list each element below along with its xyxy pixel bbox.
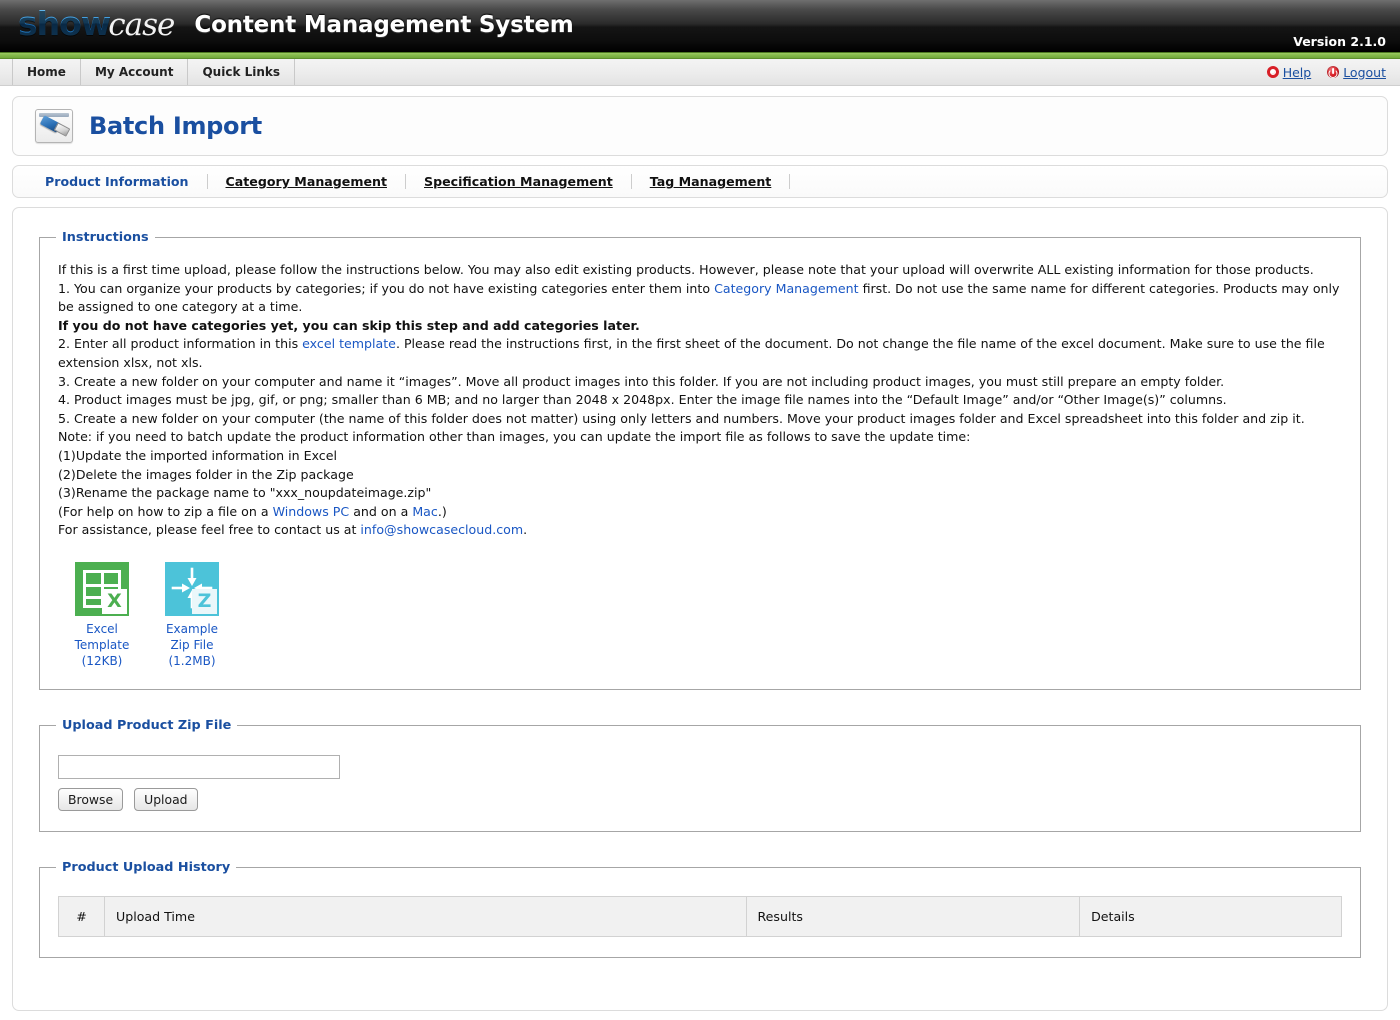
col-header-details: Details [1080,896,1342,936]
page-header-panel: Batch Import [12,96,1388,156]
instr-assistance-a: For assistance, please feel free to cont… [58,522,360,537]
zip-caption-line2: Zip File [162,637,222,653]
instr-step-1-a: 1. You can organize your products by cat… [58,281,714,296]
help-link[interactable]: Help [1267,65,1312,80]
instr-step-2-a: 2. Enter all product information in this [58,336,302,351]
instr-note-3: (3)Rename the package name to "xxx_noupd… [58,484,1342,503]
instr-note-2: (2)Delete the images folder in the Zip p… [58,466,1342,485]
nav-item-my-account[interactable]: My Account [81,59,189,85]
instr-step-1-note: If you do not have categories yet, you c… [58,317,1342,336]
help-link-label: Help [1283,65,1312,80]
excel-caption-size: (12KB) [72,653,132,669]
tab-category-management[interactable]: Category Management [208,174,406,189]
upload-history-section: Product Upload History # Upload Time Res… [39,860,1361,958]
zip-caption-line1: Example [162,621,222,637]
instr-zip-help-c: .) [438,504,447,519]
mac-zip-link[interactable]: Mac [412,504,438,519]
category-management-link[interactable]: Category Management [714,281,859,296]
instr-assistance: For assistance, please feel free to cont… [58,521,1342,540]
browse-button[interactable]: Browse [58,788,123,811]
accent-divider [0,52,1400,59]
table-header-row: # Upload Time Results Details [59,896,1342,936]
instr-step-5: 5. Create a new folder on your computer … [58,410,1342,429]
col-header-results: Results [746,896,1080,936]
support-email-link[interactable]: info@showcasecloud.com [360,522,523,537]
instructions-text: If this is a first time upload, please f… [54,255,1346,540]
tab-bar: Product Information Category Management … [12,165,1388,198]
usb-import-icon [35,109,73,143]
instr-step-2: 2. Enter all product information in this… [58,335,1342,372]
tab-tag-management[interactable]: Tag Management [632,174,791,189]
upload-legend: Upload Product Zip File [56,718,237,733]
col-header-number: # [59,896,105,936]
instr-step-4: 4. Product images must be jpg, gif, or p… [58,391,1342,410]
app-title: Content Management System [194,12,573,38]
instr-step-3: 3. Create a new folder on your computer … [58,373,1342,392]
tab-product-information[interactable]: Product Information [27,174,208,189]
logo-case-text: case [108,10,174,41]
tab-specification-management[interactable]: Specification Management [406,174,632,189]
upload-section: Upload Product Zip File Browse Upload [39,718,1361,832]
logo-show-text: show [18,7,110,40]
instr-intro: If this is a first time upload, please f… [58,261,1342,280]
logout-link[interactable]: Logout [1327,65,1386,80]
page-body: Batch Import Product Information Categor… [0,86,1400,1011]
instructions-section: Instructions If this is a first time upl… [39,230,1361,690]
upload-history-legend: Product Upload History [56,860,236,875]
instructions-legend: Instructions [56,230,155,245]
zip-file-path-input[interactable] [58,755,340,779]
excel-template-link[interactable]: excel template [302,336,396,351]
excel-badge-letter: X [102,589,127,614]
zip-file-icon: Z [165,562,219,616]
download-files-row: X Excel Template (12KB) [72,562,1346,669]
instr-zip-help: (For help on how to zip a file on a Wind… [58,503,1342,522]
instr-assistance-b: . [523,522,527,537]
instr-step-1: 1. You can organize your products by cat… [58,280,1342,317]
instr-zip-help-a: (For help on how to zip a file on a [58,504,273,519]
excel-caption-line1: Excel [72,621,132,637]
power-off-icon [1327,66,1339,78]
zip-caption-size: (1.2MB) [162,653,222,669]
instr-zip-help-b: and on a [349,504,412,519]
instr-note-intro: Note: if you need to batch update the pr… [58,428,1342,447]
col-header-upload-time: Upload Time [105,896,747,936]
excel-file-icon: X [75,562,129,616]
logout-link-label: Logout [1343,65,1386,80]
life-ring-icon [1267,66,1279,78]
instr-note-1: (1)Update the imported information in Ex… [58,447,1342,466]
showcase-logo: showcase [18,7,174,41]
nav-item-home[interactable]: Home [12,59,81,85]
page-title: Batch Import [89,112,262,140]
upload-history-table: # Upload Time Results Details [58,896,1342,937]
version-label: Version 2.1.0 [1293,34,1386,49]
excel-template-download[interactable]: X Excel Template (12KB) [72,562,132,669]
example-zip-download[interactable]: Z Example Zip File (1.2MB) [162,562,222,669]
main-navbar: Home My Account Quick Links Help Logout [0,59,1400,86]
excel-caption-line2: Template [72,637,132,653]
content-panel: Instructions If this is a first time upl… [12,207,1388,1011]
windows-pc-zip-link[interactable]: Windows PC [273,504,350,519]
zip-badge-letter: Z [192,589,217,614]
upload-button[interactable]: Upload [134,788,197,811]
nav-item-quick-links[interactable]: Quick Links [188,59,295,85]
app-banner: showcase Content Management System Versi… [0,0,1400,52]
